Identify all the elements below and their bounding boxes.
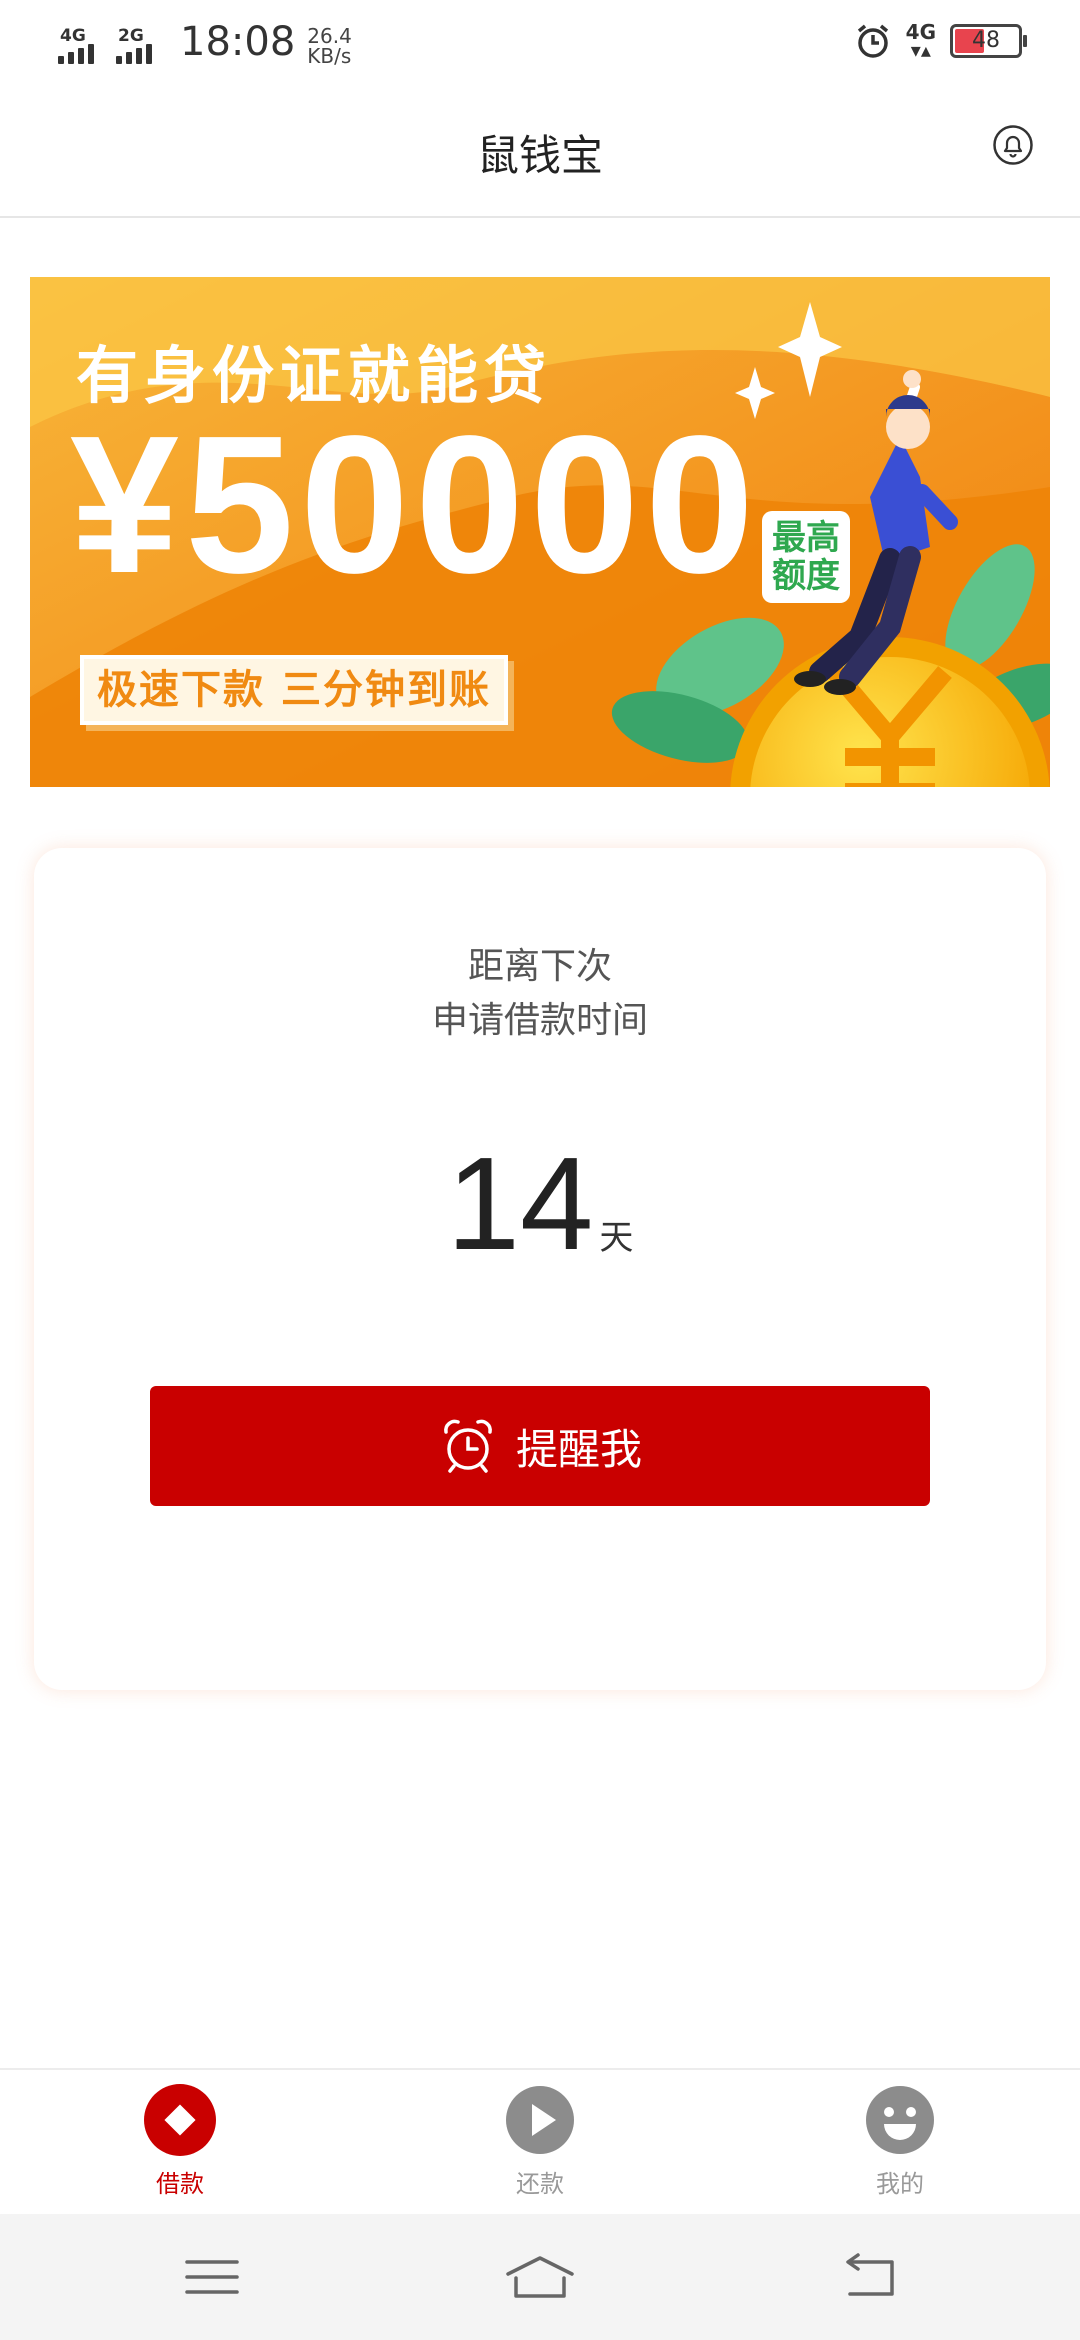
remind-me-button[interactable]: 提醒我 <box>150 1386 930 1506</box>
network-type-1: 4G <box>60 26 86 46</box>
app-header: 鼠钱宝 <box>0 84 1080 218</box>
remind-me-label: 提醒我 <box>515 1424 642 1474</box>
page-title: 鼠钱宝 <box>476 131 603 180</box>
bottom-tab-bar: 借款 还款 我的 <box>0 2068 1080 2214</box>
days-number: 14 <box>446 1130 594 1277</box>
status-right: 4G ▾▴ 48 <box>854 20 1027 62</box>
tab-repay[interactable]: 还款 <box>440 2084 640 2199</box>
status-left: 4G 2G 18:08 26.4 KB/s <box>58 18 352 66</box>
tab-mine-label: 我的 <box>876 2170 924 2198</box>
signal-1-icon: 4G <box>58 26 106 66</box>
battery-level: 48 <box>972 28 1000 53</box>
menu-icon[interactable] <box>182 2252 242 2302</box>
battery-icon: 48 <box>950 24 1027 58</box>
days-unit: 天 <box>599 1218 634 1258</box>
signal-2-icon: 2G <box>116 26 164 66</box>
badge-line-2: 额度 <box>772 556 840 596</box>
smiley-icon <box>866 2086 934 2154</box>
countdown-value: 14 天 <box>34 1128 1046 1279</box>
banner-amount: ¥50000 <box>70 395 761 614</box>
countdown-label-line-2: 申请借款时间 <box>431 1000 648 1041</box>
data-network-icon: 4G ▾▴ <box>905 20 936 62</box>
bell-icon[interactable] <box>992 124 1034 166</box>
tab-loan[interactable]: 借款 <box>80 2084 280 2199</box>
play-icon <box>506 2086 574 2154</box>
tab-loan-label: 借款 <box>156 2170 204 2198</box>
countdown-card: 距离下次 申请借款时间 14 天 提醒我 <box>34 848 1046 1690</box>
tab-mine[interactable]: 我的 <box>800 2084 1000 2199</box>
speed-unit: KB/s <box>307 44 352 68</box>
home-icon[interactable] <box>504 2252 576 2302</box>
network-type-2: 2G <box>118 26 144 46</box>
alarm-clock-icon <box>444 1419 492 1473</box>
tab-repay-label: 还款 <box>516 2170 564 2198</box>
alarm-icon <box>857 24 888 58</box>
promo-banner[interactable]: 有身份证就能贷 ¥50000 最高 额度 极速下款 三分钟到账 <box>30 277 1050 787</box>
status-bar: 4G 2G 18:08 26.4 KB/s 4G ▾▴ 48 <box>0 0 1080 84</box>
clock-time: 18:08 <box>180 19 296 65</box>
countdown-label-line-1: 距离下次 <box>467 946 612 987</box>
countdown-label: 距离下次 申请借款时间 <box>34 940 1046 1048</box>
banner-slogan: 极速下款 三分钟到账 <box>80 655 508 725</box>
network-speed: 26.4 KB/s <box>307 26 352 66</box>
system-navigation-bar <box>0 2214 1080 2340</box>
back-icon[interactable] <box>840 2252 900 2302</box>
badge-line-1: 最高 <box>772 518 840 558</box>
loan-diamond-icon <box>144 2084 216 2156</box>
banner-badge: 最高 额度 <box>762 511 850 603</box>
